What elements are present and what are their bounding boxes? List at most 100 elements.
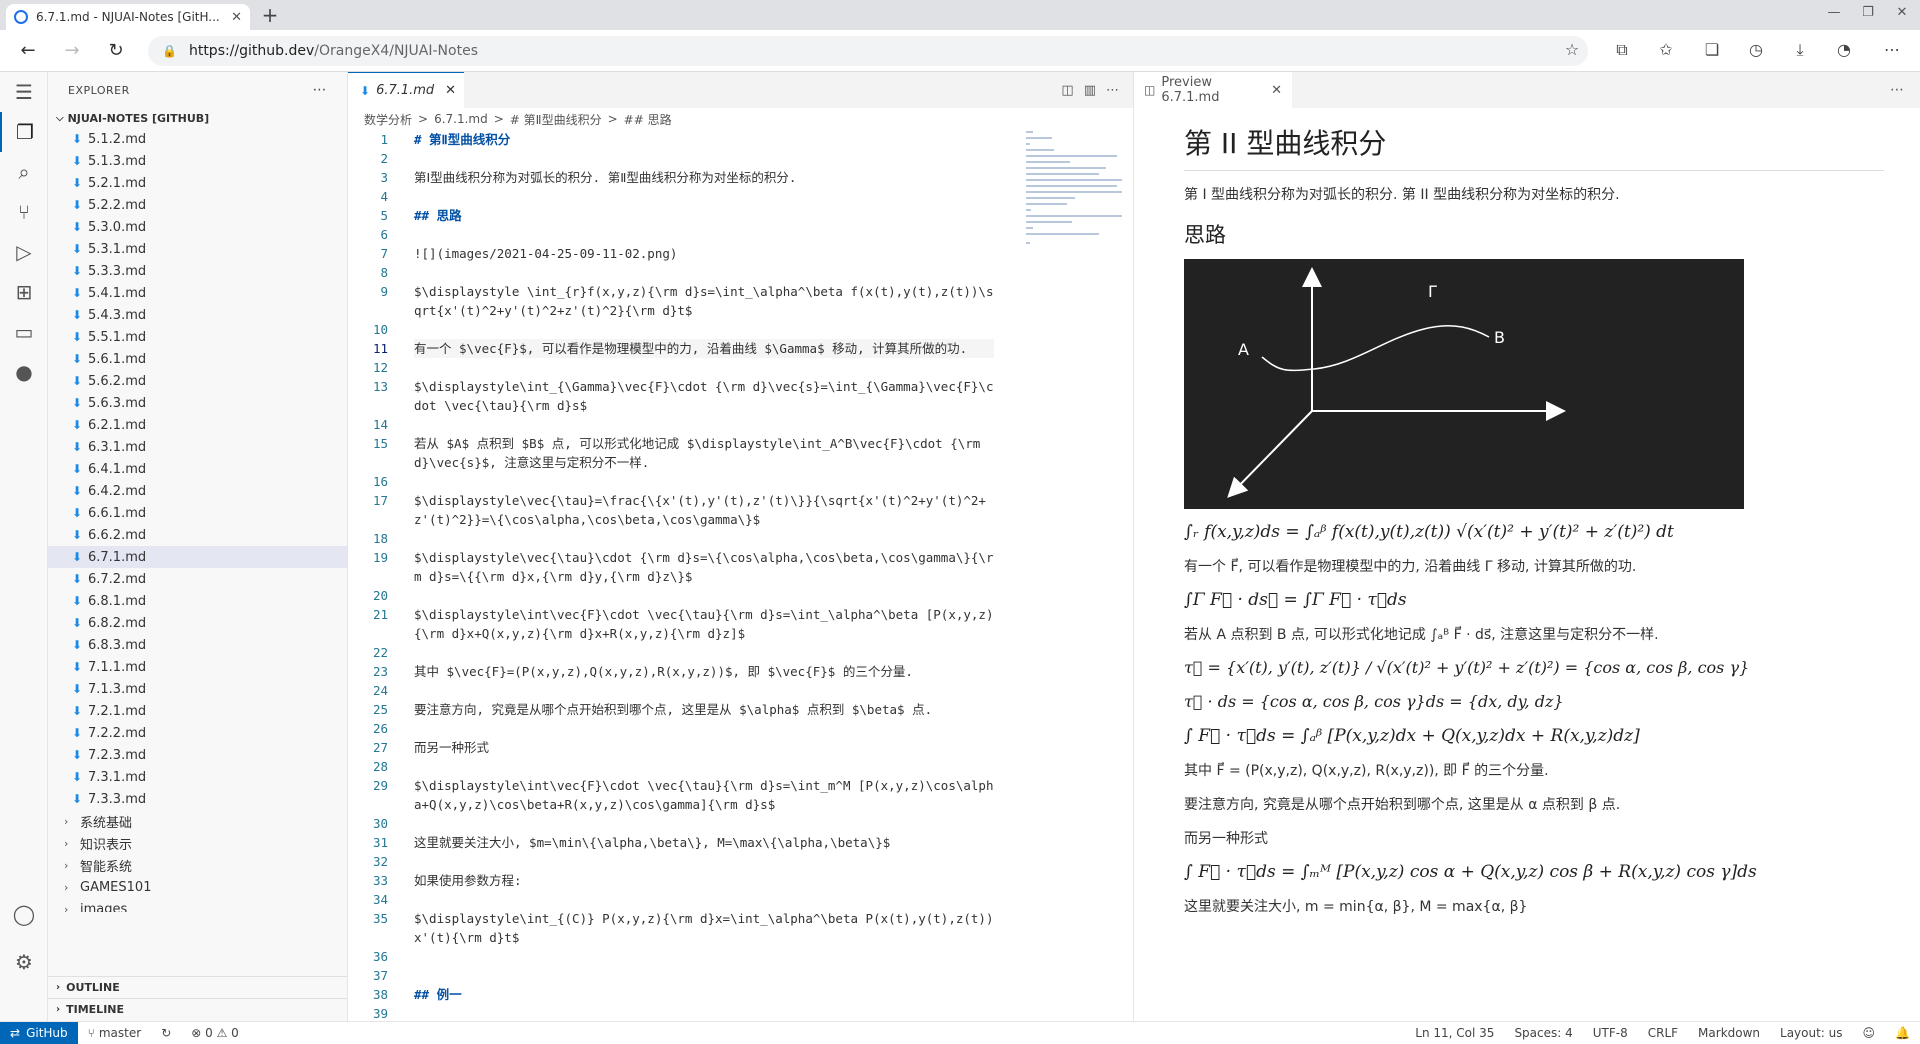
minimap[interactable] bbox=[1026, 130, 1126, 430]
forward-icon[interactable]: → bbox=[60, 40, 84, 61]
code-line[interactable]: 21 $\displaystyle\int\vec{F}\cdot \vec{\t… bbox=[348, 605, 1048, 643]
editor-more-icon[interactable]: ⋯ bbox=[1106, 83, 1119, 98]
code-line[interactable]: 26 bbox=[348, 719, 1048, 738]
code-line[interactable]: 27 而另一种形式 bbox=[348, 738, 1048, 757]
file-item[interactable]: ⬇ 7.2.2.md bbox=[48, 722, 347, 744]
close-icon[interactable]: ✕ bbox=[1271, 83, 1282, 98]
encoding[interactable]: UTF-8 bbox=[1583, 1026, 1638, 1040]
code-line[interactable]: 9 $\displaystyle \int_{r}f(x,y,z){\rm d}s… bbox=[348, 282, 1048, 320]
code-line[interactable]: 25 要注意方向, 究竟是从哪个点开始积到哪个点, 这里是从 $\alpha$ 点… bbox=[348, 700, 1048, 719]
code-line[interactable]: 32 bbox=[348, 852, 1048, 871]
file-item[interactable]: ⬇ 5.6.1.md bbox=[48, 348, 347, 370]
code-line[interactable]: 38 ## 例一 bbox=[348, 985, 1048, 1004]
code-line[interactable]: 16 bbox=[348, 472, 1048, 491]
code-line[interactable]: 4 bbox=[348, 187, 1048, 206]
file-item[interactable]: ⬇ 5.3.1.md bbox=[48, 238, 347, 260]
refresh-icon[interactable]: ↻ bbox=[104, 40, 128, 61]
file-item[interactable]: ⬇ 7.2.1.md bbox=[48, 700, 347, 722]
file-item[interactable]: ⬇ 7.2.3.md bbox=[48, 744, 347, 766]
breadcrumb-item[interactable]: 数学分析 bbox=[364, 111, 412, 128]
code-line[interactable]: 5 ## 思路 bbox=[348, 206, 1048, 225]
file-item[interactable]: ⬇ 5.4.1.md bbox=[48, 282, 347, 304]
code-line[interactable]: 13 $\displaystyle\int_{\Gamma}\vec{F}\cdo… bbox=[348, 377, 1048, 415]
code-line[interactable]: 8 bbox=[348, 263, 1048, 282]
file-item[interactable]: ⬇ 5.6.3.md bbox=[48, 392, 347, 414]
code-line[interactable]: 7 ![](images/2021-04-25-09-11-02.png) bbox=[348, 244, 1048, 263]
file-item[interactable]: ⬇ 6.7.1.md bbox=[48, 546, 347, 568]
file-item[interactable]: ⬇ 7.3.3.md bbox=[48, 788, 347, 810]
file-item[interactable]: ⬇ 6.8.2.md bbox=[48, 612, 347, 634]
accounts-icon[interactable]: ◯ bbox=[0, 894, 48, 934]
file-item[interactable]: ⬇ 6.4.1.md bbox=[48, 458, 347, 480]
collections-icon[interactable]: ❏ bbox=[1700, 40, 1724, 59]
code-line[interactable]: 36 bbox=[348, 947, 1048, 966]
history-icon[interactable]: ◷ bbox=[1744, 40, 1768, 59]
profile-icon[interactable]: ◔ bbox=[1832, 40, 1856, 59]
downloads-icon[interactable]: ⤓ bbox=[1788, 40, 1812, 60]
file-item[interactable]: ⬇ 6.4.2.md bbox=[48, 480, 347, 502]
file-item[interactable]: ⬇ 6.6.2.md bbox=[48, 524, 347, 546]
file-item[interactable]: ⬇ 5.1.2.md bbox=[48, 128, 347, 150]
code-line[interactable]: 30 bbox=[348, 814, 1048, 833]
file-item[interactable]: ⬇ 6.8.1.md bbox=[48, 590, 347, 612]
browser-tab[interactable]: 6.7.1.md - NJUAI-Notes [GitH... ✕ bbox=[6, 4, 250, 30]
code-line[interactable]: 28 bbox=[348, 757, 1048, 776]
code-line[interactable]: 11 有一个 $\vec{F}$, 可以看作是物理模型中的力, 沿着曲线 $\Ga… bbox=[348, 339, 1048, 358]
file-item[interactable]: ⬇ 5.3.0.md bbox=[48, 216, 347, 238]
search-icon[interactable]: ⌕ bbox=[0, 152, 48, 192]
outline-section[interactable]: › OUTLINE bbox=[48, 976, 347, 998]
file-item[interactable]: ⬇ 5.2.1.md bbox=[48, 172, 347, 194]
file-item[interactable]: ⬇ 7.1.1.md bbox=[48, 656, 347, 678]
file-item[interactable]: ⬇ 7.3.1.md bbox=[48, 766, 347, 788]
extensions-icon[interactable]: ⧉ bbox=[1610, 40, 1634, 60]
code-line[interactable]: 2 bbox=[348, 149, 1048, 168]
code-line[interactable]: 18 bbox=[348, 529, 1048, 548]
remote-explorer-icon[interactable]: ▭ bbox=[0, 312, 48, 352]
preview-more-icon[interactable]: ⋯ bbox=[1890, 72, 1920, 108]
file-item[interactable]: ⬇ 5.2.2.md bbox=[48, 194, 347, 216]
file-item[interactable]: ⬇ 5.6.2.md bbox=[48, 370, 347, 392]
file-item[interactable]: ⬇ 5.1.3.md bbox=[48, 150, 347, 172]
keyboard-layout[interactable]: Layout: us bbox=[1770, 1026, 1853, 1040]
run-debug-icon[interactable]: ▷ bbox=[0, 232, 48, 272]
folder-item[interactable]: › images bbox=[48, 898, 347, 913]
close-icon[interactable]: ✕ bbox=[445, 83, 456, 98]
code-line[interactable]: 3 第Ⅰ型曲线积分称为对弧长的积分. 第Ⅱ型曲线积分称为对坐标的积分. bbox=[348, 168, 1048, 187]
code-line[interactable]: 39 bbox=[348, 1004, 1048, 1021]
sync-icon[interactable]: ↻ bbox=[151, 1026, 181, 1040]
github-icon[interactable]: ● bbox=[0, 352, 48, 392]
url-field[interactable]: 🔒 https://github.dev/OrangeX4/NJUAI-Note… bbox=[148, 36, 1588, 66]
back-icon[interactable]: ← bbox=[16, 40, 40, 61]
source-control-icon[interactable]: ⑂ bbox=[0, 192, 48, 232]
file-item[interactable]: ⬇ 6.2.1.md bbox=[48, 414, 347, 436]
settings-gear-icon[interactable]: ⚙ bbox=[0, 942, 48, 982]
feedback-icon[interactable]: ☺ bbox=[1853, 1026, 1886, 1040]
indentation[interactable]: Spaces: 4 bbox=[1504, 1026, 1582, 1040]
code-line[interactable]: 31 这里就要关注大小, $m=\min\{\alpha,\beta\}, M=\… bbox=[348, 833, 1048, 852]
split-editor-icon[interactable]: ▥ bbox=[1084, 83, 1096, 98]
new-tab-icon[interactable]: + bbox=[258, 3, 282, 27]
folder-item[interactable]: › GAMES101 bbox=[48, 876, 347, 898]
file-item[interactable]: ⬇ 5.5.1.md bbox=[48, 326, 347, 348]
close-tab-icon[interactable]: ✕ bbox=[231, 10, 242, 25]
code-line[interactable]: 15 若从 $A$ 点积到 $B$ 点, 可以形式化地记成 $\displayst… bbox=[348, 434, 1048, 472]
code-line[interactable]: 6 bbox=[348, 225, 1048, 244]
editor-tab[interactable]: ⬇ 6.7.1.md ✕ bbox=[348, 72, 464, 108]
restore-icon[interactable]: ❐ bbox=[1858, 5, 1878, 20]
code-line[interactable]: 12 bbox=[348, 358, 1048, 377]
code-line[interactable]: 33 如果使用参数方程: bbox=[348, 871, 1048, 890]
add-favorite-icon[interactable]: ☆ bbox=[1560, 40, 1584, 59]
file-item[interactable]: ⬇ 5.4.3.md bbox=[48, 304, 347, 326]
file-item[interactable]: ⬇ 6.6.1.md bbox=[48, 502, 347, 524]
code-line[interactable]: 10 bbox=[348, 320, 1048, 339]
file-item[interactable]: ⬇ 6.8.3.md bbox=[48, 634, 347, 656]
file-item[interactable]: ⬇ 6.7.2.md bbox=[48, 568, 347, 590]
file-item[interactable]: ⬇ 7.1.3.md bbox=[48, 678, 347, 700]
branch-item[interactable]: ⑂ master bbox=[78, 1026, 152, 1040]
notifications-icon[interactable]: 🔔 bbox=[1885, 1026, 1920, 1040]
folder-item[interactable]: › 知识表示 bbox=[48, 832, 347, 854]
code-line[interactable]: 20 bbox=[348, 586, 1048, 605]
code-area[interactable]: 1 # 第Ⅱ型曲线积分 2 3 第Ⅰ型曲线积分称为对弧长的积分. 第Ⅱ型曲线积分称为对坐… bbox=[348, 130, 1048, 1021]
code-line[interactable]: 14 bbox=[348, 415, 1048, 434]
code-line[interactable]: 34 bbox=[348, 890, 1048, 909]
